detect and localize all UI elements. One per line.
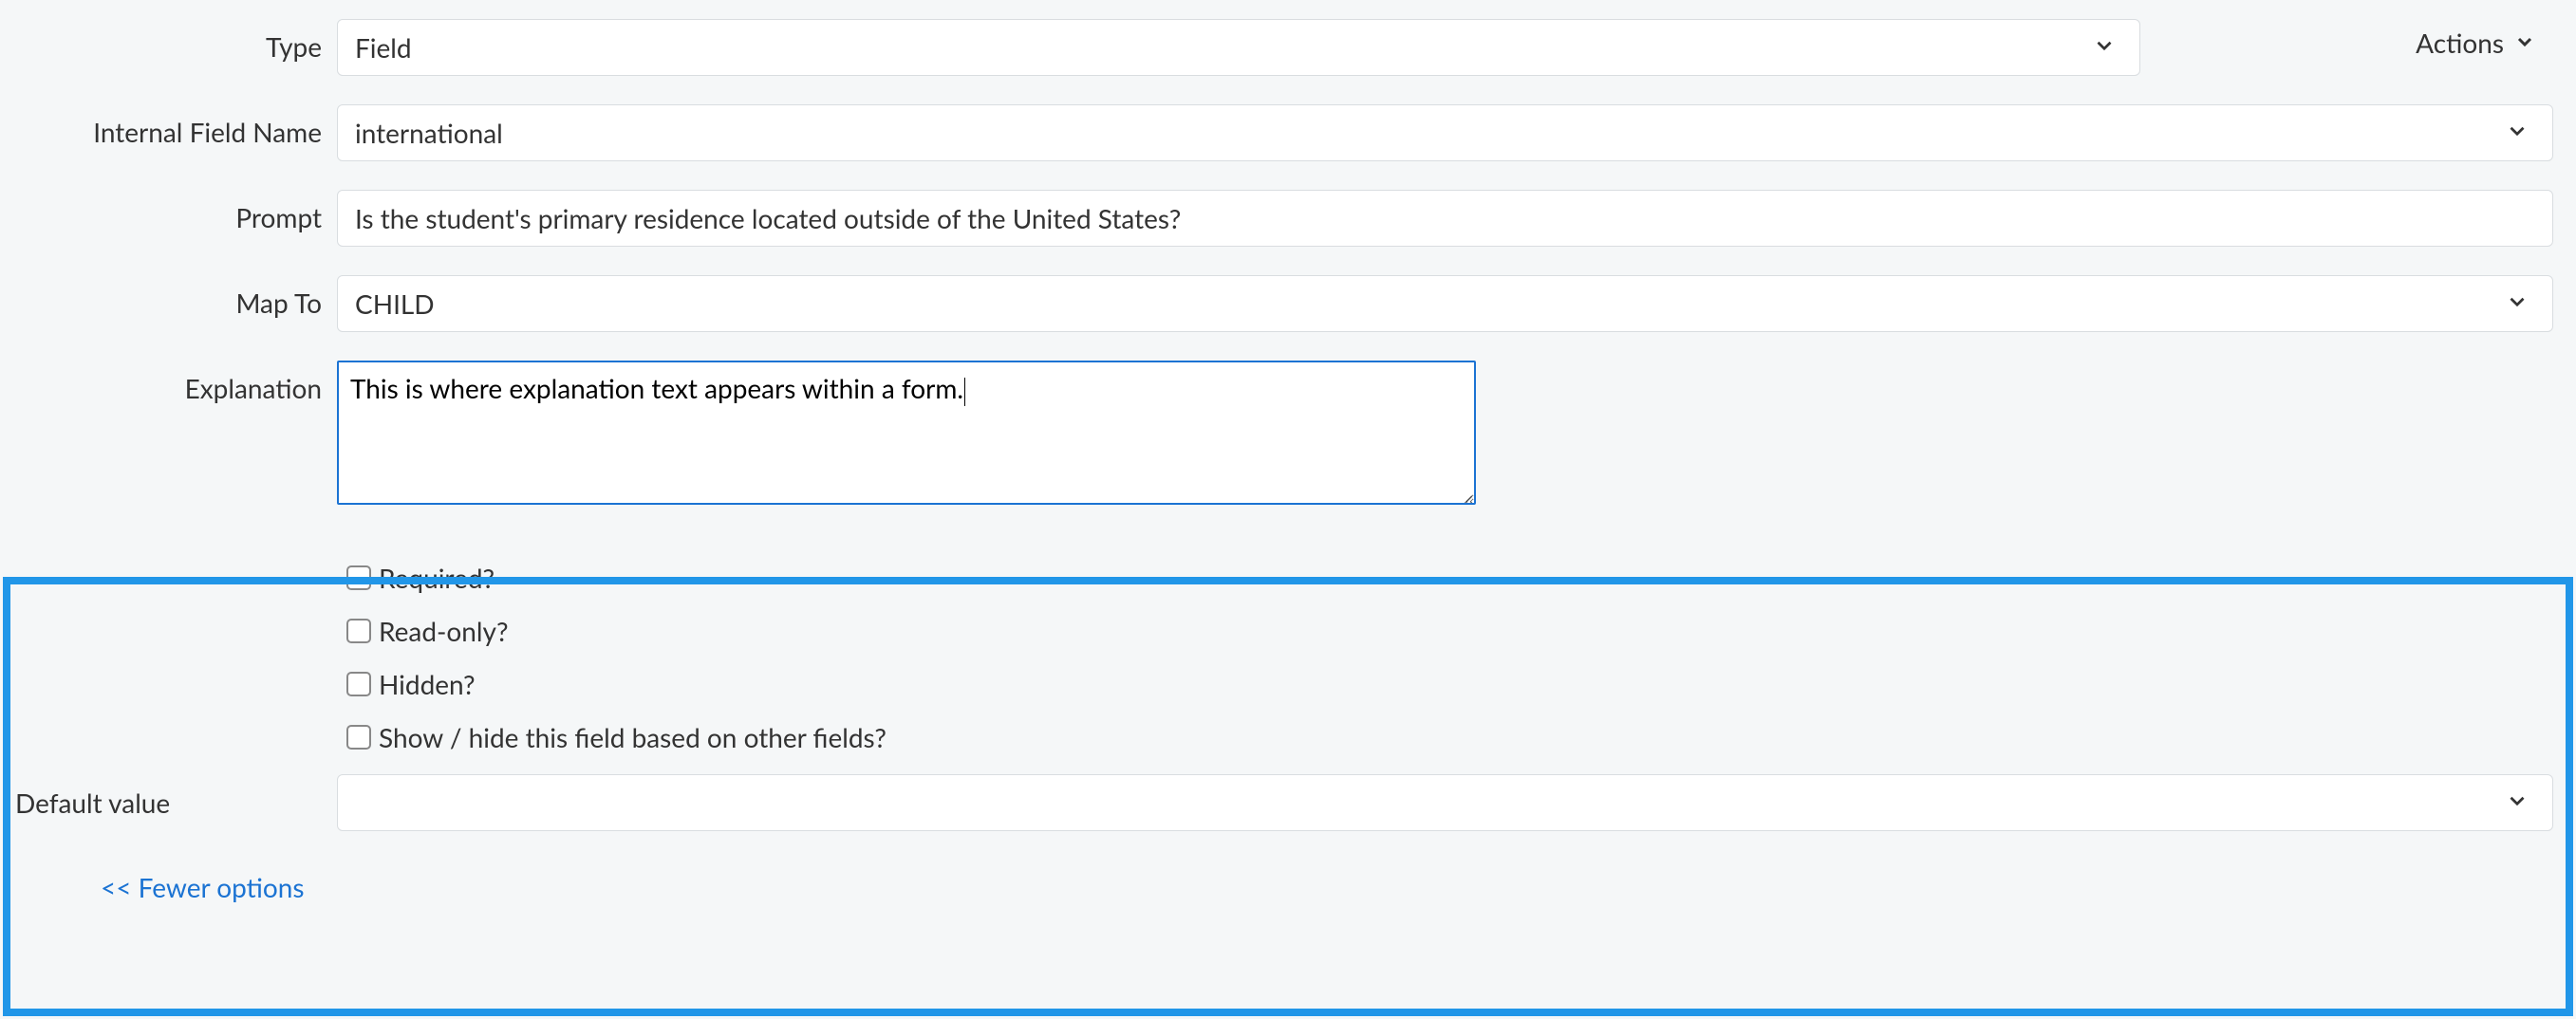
explanation-textarea[interactable]: This is where explanation text appears w…	[337, 361, 1476, 505]
hidden-label: Hidden?	[379, 668, 476, 700]
hidden-checkbox[interactable]	[346, 672, 371, 696]
map-to-select[interactable]: CHILD	[337, 275, 2553, 332]
fewer-options-link[interactable]: << Fewer options	[0, 871, 305, 903]
default-value-select[interactable]	[337, 774, 2553, 831]
readonly-label: Read-only?	[379, 615, 509, 647]
readonly-checkbox[interactable]	[346, 619, 371, 643]
internal-field-name-value: international	[355, 117, 503, 149]
prompt-label: Prompt	[0, 190, 337, 233]
internal-field-name-select[interactable]: international	[337, 104, 2553, 161]
actions-dropdown[interactable]: Actions	[2416, 27, 2536, 59]
type-select[interactable]: Field	[337, 19, 2140, 76]
show-hide-checkbox[interactable]	[346, 725, 371, 750]
type-value: Field	[355, 31, 412, 64]
prompt-input[interactable]: Is the student's primary residence locat…	[337, 190, 2553, 247]
chevron-down-icon	[2505, 117, 2529, 149]
chevron-down-icon	[2505, 287, 2529, 320]
prompt-value: Is the student's primary residence locat…	[355, 202, 1181, 234]
internal-field-name-label: Internal Field Name	[0, 104, 337, 148]
chevron-down-icon	[2513, 27, 2536, 59]
type-label: Type	[0, 19, 337, 63]
resize-handle-icon[interactable]	[1455, 484, 1472, 501]
show-hide-label: Show / hide this field based on other fi…	[379, 721, 887, 753]
chevron-down-icon	[2505, 787, 2529, 819]
required-checkbox[interactable]	[346, 565, 371, 590]
explanation-value: This is where explanation text appears w…	[350, 372, 963, 404]
actions-label: Actions	[2416, 27, 2504, 59]
map-to-label: Map To	[0, 275, 337, 319]
default-value-label: Default value	[0, 787, 337, 819]
explanation-label: Explanation	[0, 361, 337, 404]
chevron-down-icon	[2092, 31, 2117, 64]
text-cursor	[964, 378, 965, 406]
map-to-value: CHILD	[355, 287, 435, 320]
required-label: Required?	[379, 562, 495, 594]
